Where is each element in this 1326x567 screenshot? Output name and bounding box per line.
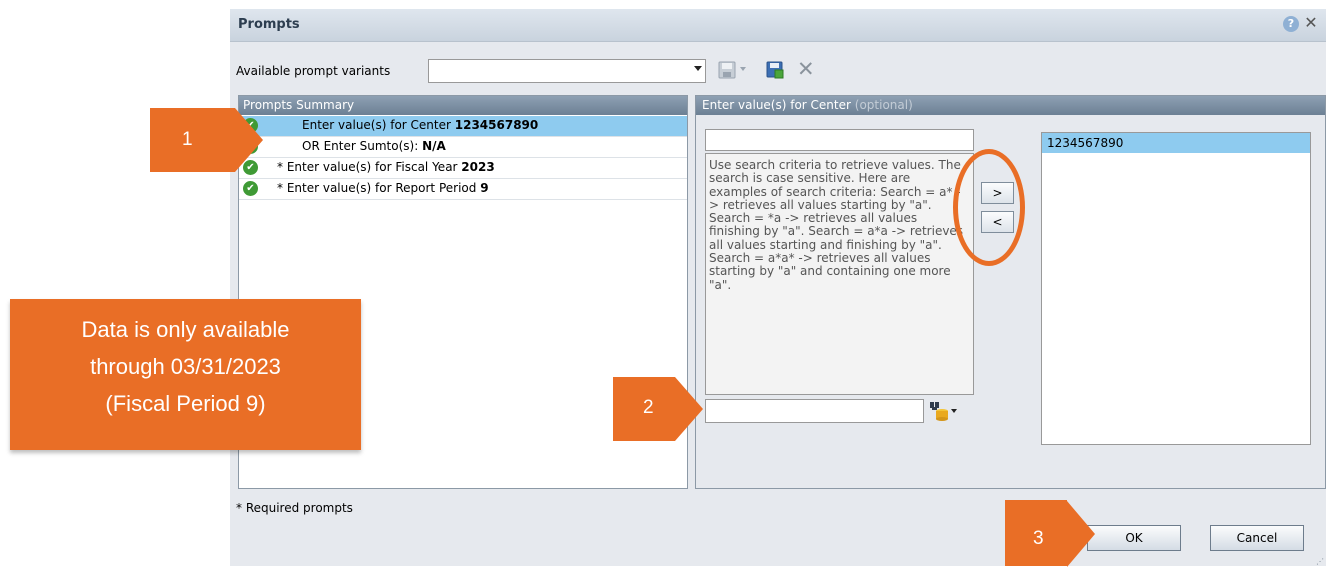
chevron-down-icon [694, 66, 702, 71]
summary-row-sumto[interactable]: ✔ OR Enter Sumto(s): N/A [239, 137, 687, 158]
enter-values-panel: Enter value(s) for Center (optional) Use… [695, 95, 1326, 489]
help-icon[interactable]: ? [1283, 16, 1299, 32]
summary-row-label: OR Enter Sumto(s): N/A [302, 139, 446, 153]
summary-row-center[interactable]: ✔ Enter value(s) for Center 1234567890 [239, 116, 687, 137]
save-dropdown-icon[interactable] [740, 67, 746, 71]
step-number: 1 [182, 129, 193, 150]
step-1-arrow [235, 108, 263, 172]
note-line: (Fiscal Period 9) [105, 391, 266, 416]
value-entry-input[interactable] [705, 129, 974, 151]
prompt-variants-label: Available prompt variants [236, 64, 391, 78]
move-buttons-highlight-circle [953, 149, 1025, 266]
summary-row-label: * Enter value(s) for Fiscal Year 2023 [277, 160, 495, 174]
save-as-icon[interactable] [766, 61, 784, 79]
step-3-callout: 3 [1005, 500, 1067, 566]
delete-variant-icon[interactable]: ✕ [797, 58, 815, 80]
close-icon[interactable]: ✕ [1302, 13, 1320, 33]
save-icon[interactable] [718, 61, 736, 79]
ok-button[interactable]: OK [1087, 525, 1181, 551]
step-3-arrow [1067, 501, 1095, 567]
step-number: 3 [1033, 528, 1044, 549]
enter-values-header: Enter value(s) for Center (optional) [696, 96, 1325, 115]
search-help-text: Use search criteria to retrieve values. … [705, 153, 974, 395]
dialog-title: Prompts [238, 17, 300, 32]
cancel-button[interactable]: Cancel [1210, 525, 1304, 551]
required-prompts-note: * Required prompts [236, 501, 353, 515]
summary-row-fiscal-year[interactable]: ✔ * Enter value(s) for Fiscal Year 2023 [239, 158, 687, 179]
step-2-callout: 2 [613, 377, 675, 441]
step-1-callout: 1 [150, 108, 235, 172]
data-availability-note: Data is only available through 03/31/202… [10, 299, 361, 450]
summary-row-label: Enter value(s) for Center 1234567890 [302, 118, 539, 132]
check-icon: ✔ [243, 181, 258, 196]
prompts-summary-header: Prompts Summary [239, 96, 687, 115]
search-icon[interactable] [929, 401, 957, 421]
prompt-variants-select[interactable] [428, 59, 706, 83]
dialog-titlebar: Prompts ? ✕ [230, 9, 1326, 42]
prompts-dialog: Prompts ? ✕ Available prompt variants ✕ … [230, 9, 1326, 566]
selected-values-list[interactable]: 1234567890 [1041, 132, 1311, 445]
search-input[interactable] [705, 399, 924, 423]
step-2-arrow [675, 377, 703, 441]
note-line: through 03/31/2023 [90, 354, 281, 379]
note-line: Data is only available [81, 317, 290, 342]
resize-grip-icon[interactable]: ⋰ [1316, 557, 1324, 566]
step-number: 2 [643, 397, 654, 418]
selected-value-item[interactable]: 1234567890 [1042, 133, 1310, 153]
summary-row-report-period[interactable]: ✔ * Enter value(s) for Report Period 9 [239, 179, 687, 200]
summary-row-label: * Enter value(s) for Report Period 9 [277, 181, 489, 195]
